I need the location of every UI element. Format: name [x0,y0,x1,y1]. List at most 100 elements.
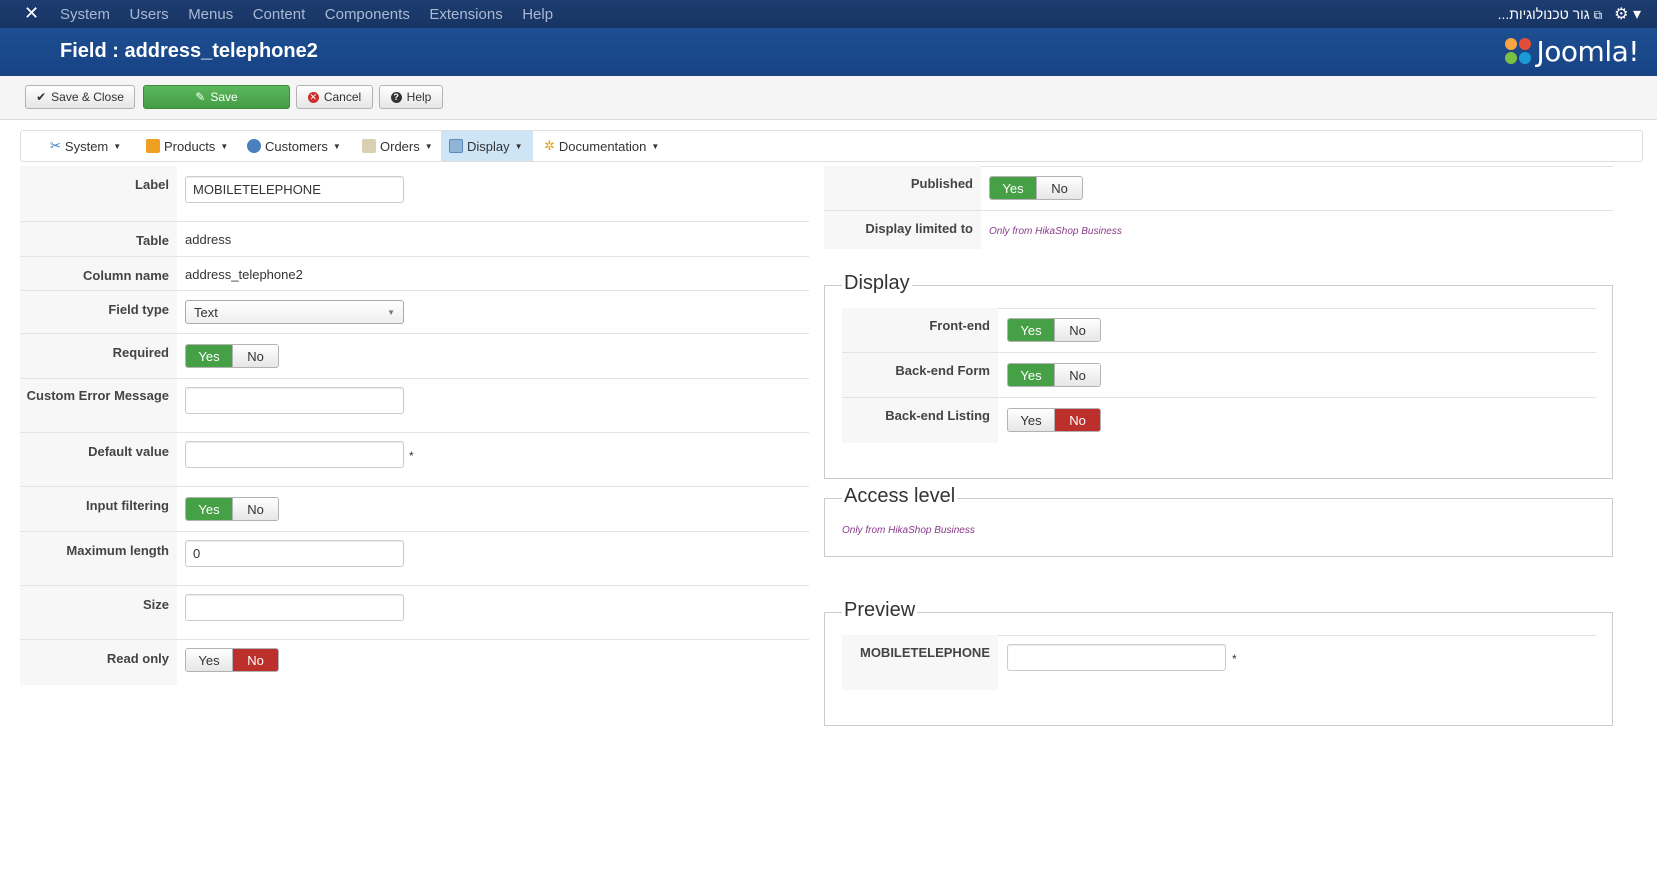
row-max-length: Maximum length 0 [20,532,809,586]
cancel-label: Cancel [323,90,362,104]
yes-option[interactable]: Yes [990,177,1036,199]
field-label: Front-end [842,308,998,352]
yes-option[interactable]: Yes [186,345,232,367]
no-option[interactable]: No [1054,364,1100,386]
display-legend: Display [842,272,912,295]
documentation-icon: ✲ [544,138,555,153]
hika-menu-products[interactable]: Products ▼ [138,131,236,161]
hikashop-menu: ✂ System ▼ Products ▼ Customers ▼ Orders ▼ D… [20,130,1643,162]
caret-icon: ▼ [220,141,229,151]
field-label: Table [20,222,177,256]
menu-extensions[interactable]: Extensions [429,6,502,23]
field-label: Input filtering [20,487,177,531]
hika-menu-orders[interactable]: Orders ▼ [354,131,441,161]
hika-menu-label: Customers [265,138,328,154]
row-default-value: Default value * [20,433,809,487]
caret-icon: ▼ [514,141,523,151]
cancel-button[interactable]: ✕ Cancel [296,85,373,109]
row-table: Table address [20,222,809,257]
field-label: Field type [20,291,177,333]
field-label: Custom Error Message [20,379,177,432]
field-label: Required [20,334,177,378]
hika-menu-label: Products [164,138,216,154]
field-label: Size [20,586,177,639]
save-label: Save [210,90,238,104]
no-option[interactable]: No [232,649,278,671]
row-custom-error: Custom Error Message [20,379,809,433]
joomla-brand-logo: Joomla! [1503,34,1640,68]
required-toggle[interactable]: Yes No [185,344,279,368]
no-option[interactable]: No [1054,409,1100,431]
preview-input[interactable] [1007,644,1226,671]
no-option[interactable]: No [1036,177,1082,199]
page-title: Field : address_telephone2 [60,40,318,62]
row-required: Required Yes No [20,334,809,379]
yes-option[interactable]: Yes [186,498,232,520]
frontend-toggle[interactable]: Yes No [1007,318,1101,342]
yes-option[interactable]: Yes [1008,319,1054,341]
customers-icon [247,139,261,153]
menu-users[interactable]: Users [130,6,169,23]
published-toggle[interactable]: Yes No [989,176,1083,200]
default-value-input[interactable] [185,441,404,468]
hika-menu-system[interactable]: ✂ System ▼ [42,131,129,161]
field-label: Back-end Listing [842,398,998,443]
menu-help[interactable]: Help [522,6,553,23]
hika-menu-label: System [64,138,109,154]
input-filtering-toggle[interactable]: Yes No [185,497,279,521]
read-only-toggle[interactable]: Yes No [185,648,279,672]
label-input[interactable]: MOBILETELEPHONE [185,176,404,203]
menu-menus[interactable]: Menus [188,6,233,23]
row-input-filtering: Input filtering Yes No [20,487,809,532]
help-button[interactable]: ? Help [379,85,443,109]
field-type-value: Text [194,305,218,320]
field-label: Published [824,166,981,210]
row-label: Label MOBILETELEPHONE [20,166,809,222]
site-link[interactable]: גור טכנולוגיות... ⧉ [1498,6,1603,23]
save-button[interactable]: ✎ Save [143,85,290,109]
menu-content[interactable]: Content [253,6,306,23]
menu-system[interactable]: System [60,6,110,23]
row-column-name: Column name address_telephone2 [20,257,809,291]
max-length-input[interactable]: 0 [185,540,404,567]
check-icon: ✔ [36,90,47,104]
save-close-label: Save & Close [51,90,124,104]
no-option[interactable]: No [1054,319,1100,341]
products-icon [146,139,160,153]
field-label: Default value [20,433,177,486]
yes-option[interactable]: Yes [186,649,232,671]
preview-legend: Preview [842,599,918,622]
hika-menu-display[interactable]: Display ▼ [441,131,533,161]
hika-menu-documentation[interactable]: ✲ Documentation ▼ [536,131,667,161]
field-label: Label [20,166,177,221]
save-close-button[interactable]: ✔ Save & Close [25,85,135,109]
hika-menu-customers[interactable]: Customers ▼ [239,131,349,161]
row-backend-listing: Back-end Listing Yes No [842,398,1596,443]
row-frontend: Front-end Yes No [842,308,1596,353]
hika-menu-label: Orders [380,138,420,154]
row-published: Published Yes No [824,166,1613,211]
yes-option[interactable]: Yes [1008,364,1054,386]
business-only-note: Only from HikaShop Business [842,525,975,536]
table-value: address [185,232,232,247]
help-label: Help [406,90,432,104]
yes-option[interactable]: Yes [1008,409,1054,431]
no-option[interactable]: No [232,345,278,367]
row-read-only: Read only Yes No [20,640,809,685]
menu-components[interactable]: Components [325,6,410,23]
gear-icon[interactable]: ⚙ ▾ [1614,4,1641,24]
joomla-logo-icon[interactable]: ✕ [24,4,42,22]
size-input[interactable] [185,594,404,621]
toolbar: ✔ Save & Close ✎ Save ✕ Cancel ? Help [0,76,1657,120]
backend-listing-toggle[interactable]: Yes No [1007,408,1101,432]
dropdown-arrow-icon: ▼ [387,308,395,317]
field-label: MOBILETELEPHONE [842,635,998,690]
backend-form-toggle[interactable]: Yes No [1007,363,1101,387]
caret-icon: ▼ [332,141,341,151]
admin-topbar: ✕ System Users Menus Content Components … [0,0,1657,28]
field-type-select[interactable]: Text ▼ [185,300,404,324]
no-option[interactable]: No [232,498,278,520]
page-header: Field : address_telephone2 Joomla! [0,28,1657,76]
row-field-type: Field type Text ▼ [20,291,809,334]
custom-error-input[interactable] [185,387,404,414]
